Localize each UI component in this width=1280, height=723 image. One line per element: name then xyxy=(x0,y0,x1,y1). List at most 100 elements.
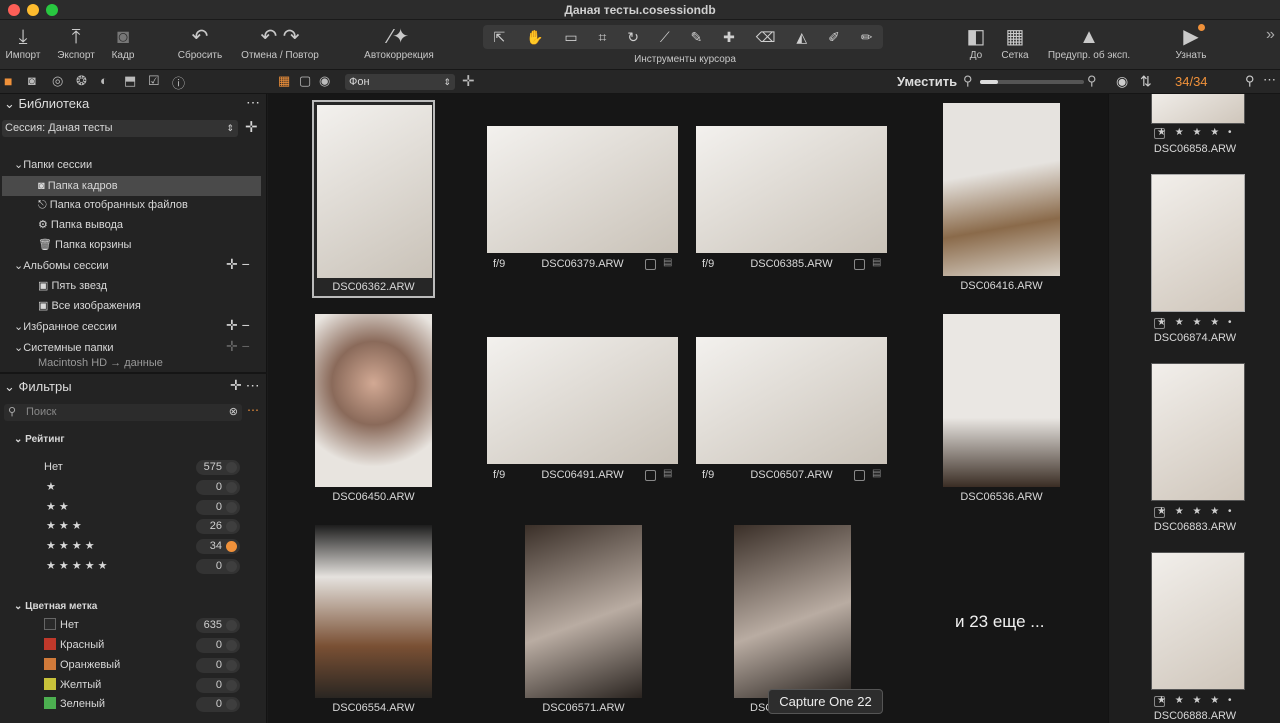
viewer-icon[interactable]: ◉ xyxy=(319,73,330,89)
image-cell-selected[interactable]: DSC06362.ARW xyxy=(312,100,435,298)
color-orange-row[interactable]: Оранжевый 0 xyxy=(0,655,267,675)
system-folders-header[interactable]: ⌄Системные папки xyxy=(14,338,114,358)
color-green-row[interactable]: Зеленый 0 xyxy=(0,694,267,714)
filter-search-input[interactable]: ⚲ Поиск ⊗ xyxy=(4,404,242,421)
lens-tab-icon[interactable]: ◎ xyxy=(52,73,63,89)
fit-button[interactable]: Уместить xyxy=(897,74,957,89)
filmstrip-thumbnail[interactable] xyxy=(1151,174,1245,312)
library-header[interactable]: ⌄ Библиотека xyxy=(4,94,89,114)
crop-icon[interactable]: ⌗ xyxy=(598,29,606,46)
image-cell[interactable]: DSC06416.ARW xyxy=(943,103,1060,297)
layers-tab-icon[interactable]: ⬒ xyxy=(124,73,136,89)
learn-button[interactable]: ▶ Узнать xyxy=(1168,24,1214,61)
zoom-in-icon[interactable]: ⚲ xyxy=(1087,73,1097,89)
autocorrect-button[interactable]: ⁄✦ Автокоррекция xyxy=(358,24,440,61)
add-icon[interactable]: ✛ xyxy=(462,72,475,90)
filmstrip-thumbnail[interactable] xyxy=(1151,552,1245,690)
info-icon[interactable]: ▤ xyxy=(872,257,881,268)
add-favorite-icon[interactable]: ✛ − xyxy=(226,317,250,334)
color-tag-header[interactable]: ⌄ Цветная метка xyxy=(14,597,97,617)
session-albums-header[interactable]: ⌄Альбомы сессии xyxy=(14,256,109,276)
picker-icon[interactable]: ✐ xyxy=(828,29,840,46)
sort-icon[interactable]: ⇅ xyxy=(1140,73,1152,90)
image-cell[interactable]: DSC06571.ARW xyxy=(525,525,642,719)
image-cell[interactable]: f/9 DSC06385.ARW ▤ xyxy=(696,126,887,276)
rating-3-row[interactable]: ★ ★ ★ 26 xyxy=(0,516,267,536)
rating-1-row[interactable]: ★ 0 xyxy=(0,477,267,497)
filters-header[interactable]: ⌄ Фильтры xyxy=(4,377,72,397)
keystone-icon[interactable]: ⟋ xyxy=(660,29,670,46)
grid-view-icon[interactable]: ▦ xyxy=(278,73,290,89)
session-folders-header[interactable]: ⌄Папки сессии xyxy=(14,155,92,175)
rating-none-row[interactable]: Нет 575 xyxy=(0,457,267,477)
color-yellow-row[interactable]: Желтый 0 xyxy=(0,675,267,695)
image-cell[interactable]: DSC06554.ARW xyxy=(315,525,432,719)
capture-button[interactable]: ◙ Кадр xyxy=(106,24,140,61)
eraser-icon[interactable]: ⌫ xyxy=(756,29,776,46)
clear-search-icon[interactable]: ⊗ xyxy=(229,404,238,421)
add-album-icon[interactable]: ✛ − xyxy=(226,256,250,273)
search-icon[interactable]: ⚲ xyxy=(1245,73,1255,89)
undo-redo-button[interactable]: ↶ ↷ Отмена / Повтор xyxy=(236,24,324,61)
select-checkbox[interactable] xyxy=(854,470,865,481)
export-button[interactable]: ⤒ Экспорт xyxy=(54,24,98,61)
before-button[interactable]: ◧ До xyxy=(962,24,990,61)
rating-4-row[interactable]: ★ ★ ★ ★ 34 xyxy=(0,536,267,556)
add-system-icon[interactable]: ✛ − xyxy=(226,338,250,355)
rating-5-row[interactable]: ★ ★ ★ ★ ★ 0 xyxy=(0,556,267,576)
exposure-warning-button[interactable]: ▲ Предупр. об эксп. xyxy=(1042,24,1136,61)
rotate-icon[interactable]: ↻ xyxy=(627,29,639,46)
image-cell[interactable]: f/9 DSC06507.ARW ▤ xyxy=(696,337,887,487)
rating-stars[interactable]: ★ ★ ★ ★ • xyxy=(1157,506,1234,517)
background-select[interactable]: Фон ⇕ xyxy=(345,74,455,90)
filmstrip-thumbnail[interactable] xyxy=(1151,363,1245,501)
eye-icon[interactable]: ◉ xyxy=(1116,73,1128,90)
loupe-icon[interactable]: ▭ xyxy=(564,29,577,46)
select-cursor-icon[interactable]: ⇱ xyxy=(493,29,505,46)
system-folder-item[interactable]: Macintosh HD → данные xyxy=(38,357,163,369)
reset-button[interactable]: ↶ Сбросить xyxy=(172,24,228,61)
info-icon[interactable]: ▤ xyxy=(872,468,881,479)
selects-folder-item[interactable]: ⎋ Папка отобранных файлов xyxy=(38,195,188,215)
grid-button[interactable]: ▦ Сетка xyxy=(998,24,1032,61)
rating-stars[interactable]: ★ ★ ★ ★ • xyxy=(1157,127,1234,138)
color-red-row[interactable]: Красный 0 xyxy=(0,635,267,655)
info-icon[interactable]: ▤ xyxy=(663,257,672,268)
brush-icon[interactable]: ✎ xyxy=(691,29,703,46)
exposure-tab-icon[interactable]: ◐ xyxy=(100,73,108,88)
session-select[interactable]: Сессия: Даная тесты ⇕ xyxy=(2,120,238,137)
add-session-icon[interactable]: ✛ xyxy=(245,118,258,136)
image-cell[interactable]: f/9 DSC06379.ARW ▤ xyxy=(487,126,678,276)
favorites-header[interactable]: ⌄Избранное сессии xyxy=(14,317,117,337)
gradient-icon[interactable]: ◭ xyxy=(796,29,807,46)
capture-folder-item[interactable]: ◙ Папка кадров xyxy=(2,176,261,196)
capture-tab-icon[interactable]: ◙ xyxy=(28,73,36,88)
output-folder-item[interactable]: ⚙ Папка вывода xyxy=(38,215,123,235)
library-tab-icon[interactable]: ■ xyxy=(4,73,12,89)
zoom-out-icon[interactable]: ⚲ xyxy=(963,73,973,89)
select-checkbox[interactable] xyxy=(645,470,656,481)
select-checkbox[interactable] xyxy=(854,259,865,270)
rating-stars[interactable]: ★ ★ ★ ★ • xyxy=(1157,695,1234,706)
metadata-tab-icon[interactable]: ☑ xyxy=(148,73,160,89)
image-cell[interactable]: f/9 DSC06491.ARW ▤ xyxy=(487,337,678,487)
info-icon[interactable]: ▤ xyxy=(663,468,672,479)
image-cell[interactable]: DSC06536.ARW xyxy=(943,314,1060,508)
rating-2-row[interactable]: ★ ★ 0 xyxy=(0,497,267,517)
more-images-label[interactable]: и 23 еще ... xyxy=(955,612,1044,632)
color-tab-icon[interactable]: ❂ xyxy=(76,73,87,89)
import-button[interactable]: ⤓ Импорт xyxy=(2,24,44,61)
library-more-icon[interactable]: ⋯ xyxy=(246,94,260,111)
color-none-row[interactable]: Нет 635 xyxy=(0,615,267,635)
trash-folder-item[interactable]: 🗑 Папка корзины xyxy=(38,235,131,255)
rating-header[interactable]: ⌄ Рейтинг xyxy=(14,430,65,450)
single-view-icon[interactable]: ▢ xyxy=(299,73,311,89)
heal-icon[interactable]: ✚ xyxy=(723,29,735,46)
filters-actions-icon[interactable]: ✛ ⋯ xyxy=(230,377,260,394)
image-cell[interactable]: DSC06450.ARW xyxy=(315,314,432,508)
all-images-item[interactable]: ▣ Все изображения xyxy=(38,296,141,316)
select-checkbox[interactable] xyxy=(645,259,656,270)
annotate-icon[interactable]: ✏ xyxy=(861,29,873,46)
collapse-chevron-icon[interactable]: » xyxy=(1266,26,1275,44)
rating-stars[interactable]: ★ ★ ★ ★ • xyxy=(1157,317,1234,328)
